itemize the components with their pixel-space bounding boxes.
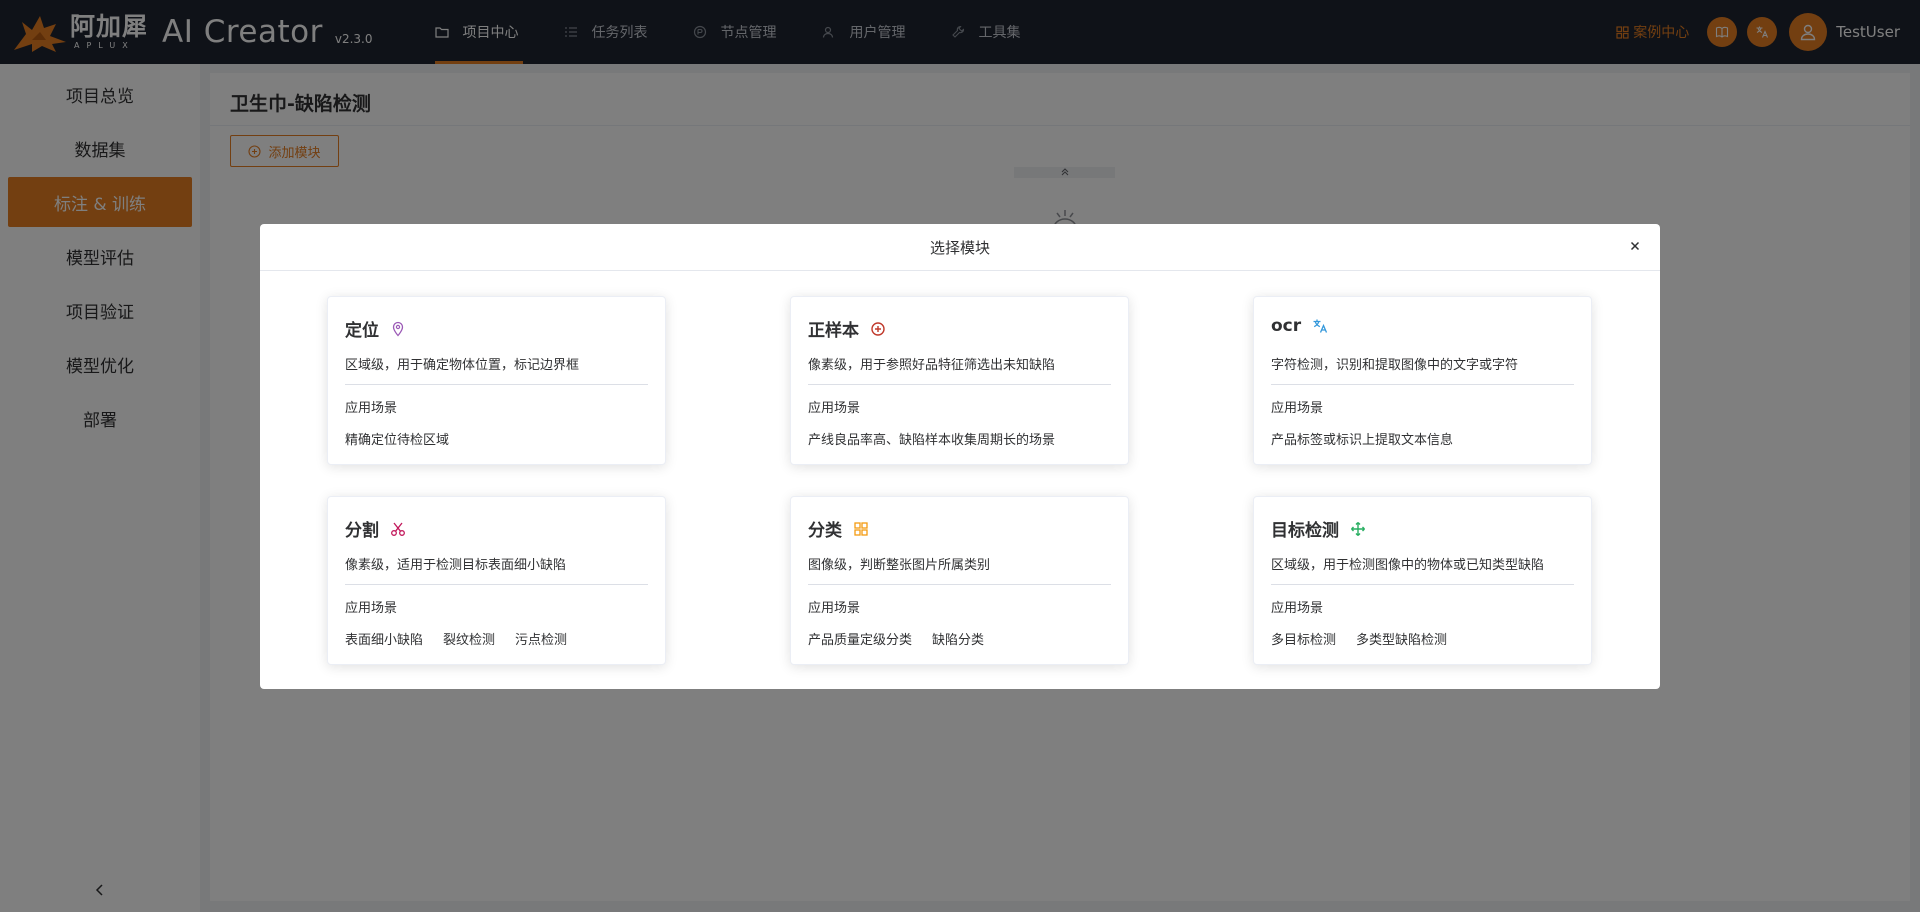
card-description: 区域级，用于确定物体位置，标记边界框 [345, 358, 580, 373]
grid-icon [853, 521, 869, 537]
card-title: 分类 [808, 521, 842, 541]
scenario-tag: 裂纹检测 [443, 633, 496, 648]
scenario-tag: 多类型缺陷检测 [1356, 633, 1448, 648]
scenario-tag: 产品质量定级分类 [808, 633, 913, 648]
scenario-tag: 产品标签或标识上提取文本信息 [1271, 433, 1454, 448]
card-divider [1271, 384, 1574, 385]
scenario-tag: 表面细小缺陷 [345, 633, 424, 648]
card-scenario-tags: 多目标检测 多类型缺陷检测 [1271, 629, 1467, 648]
card-divider [1271, 584, 1574, 585]
scissors-icon [390, 521, 406, 537]
card-scenario-label: 应用场景 [1271, 401, 1324, 416]
card-scenario-label: 应用场景 [345, 401, 398, 416]
module-card-ocr[interactable]: ocr 字符检测，识别和提取图像中的文字或字符 应用场景 产品标签或标识上提取文… [1253, 296, 1592, 465]
card-divider [345, 384, 648, 385]
card-title: 定位 [345, 321, 379, 341]
select-module-dialog: 选择模块 定位 区域级，用于确定物体位置，标记边界框 应用场景 精确定位待检区域… [260, 224, 1660, 689]
module-card-object-detection[interactable]: 目标检测 区域级，用于检测图像中的物体或已知类型缺陷 应用场景 多目标检测 多类… [1253, 496, 1592, 665]
scenario-tag: 产线良品率高、缺陷样本收集周期长的场景 [808, 433, 1056, 448]
card-description: 像素级，用于参照好品特征筛选出未知缺陷 [808, 358, 1056, 373]
card-divider [808, 384, 1111, 385]
scenario-tag: 精确定位待检区域 [345, 433, 450, 448]
dialog-title: 选择模块 [929, 238, 990, 257]
card-title: ocr [1271, 316, 1302, 336]
card-scenario-tags: 表面细小缺陷 裂纹检测 污点检测 [345, 629, 587, 648]
card-title: 分割 [345, 521, 379, 541]
dialog-header: 选择模块 [260, 224, 1660, 271]
module-card-classification[interactable]: 分类 图像级，判断整张图片所属类别 应用场景 产品质量定级分类 缺陷分类 [790, 496, 1129, 665]
move-arrows-icon [1350, 521, 1366, 537]
card-scenario-tags: 产品标签或标识上提取文本信息 [1271, 429, 1473, 448]
module-card-positive-sample[interactable]: 正样本 像素级，用于参照好品特征筛选出未知缺陷 应用场景 产线良品率高、缺陷样本… [790, 296, 1129, 465]
module-card-localization[interactable]: 定位 区域级，用于确定物体位置，标记边界框 应用场景 精确定位待检区域 [327, 296, 666, 465]
card-description: 像素级，适用于检测目标表面细小缺陷 [345, 558, 567, 573]
card-divider [345, 584, 648, 585]
module-card-segmentation[interactable]: 分割 像素级，适用于检测目标表面细小缺陷 应用场景 表面细小缺陷 裂纹检测 污点… [327, 496, 666, 665]
location-pin-icon [390, 321, 406, 337]
card-description: 字符检测，识别和提取图像中的文字或字符 [1271, 358, 1519, 373]
close-icon[interactable] [1628, 239, 1642, 253]
card-title: 正样本 [808, 321, 859, 341]
card-scenario-label: 应用场景 [808, 601, 861, 616]
scenario-tag: 污点检测 [515, 633, 568, 648]
card-scenario-tags: 产品质量定级分类 缺陷分类 [808, 629, 1004, 648]
card-scenario-label: 应用场景 [1271, 601, 1324, 616]
card-description: 区域级，用于检测图像中的物体或已知类型缺陷 [1271, 558, 1545, 573]
scenario-tag: 多目标检测 [1271, 633, 1337, 648]
scenario-tag: 缺陷分类 [932, 633, 985, 648]
card-description: 图像级，判断整张图片所属类别 [808, 558, 991, 573]
card-scenario-label: 应用场景 [345, 601, 398, 616]
card-scenario-tags: 产线良品率高、缺陷样本收集周期长的场景 [808, 429, 1075, 448]
card-title: 目标检测 [1271, 521, 1339, 541]
card-divider [808, 584, 1111, 585]
card-scenario-tags: 精确定位待检区域 [345, 429, 469, 448]
plus-circle-icon [870, 321, 886, 337]
translate-icon [1312, 318, 1328, 334]
card-scenario-label: 应用场景 [808, 401, 861, 416]
